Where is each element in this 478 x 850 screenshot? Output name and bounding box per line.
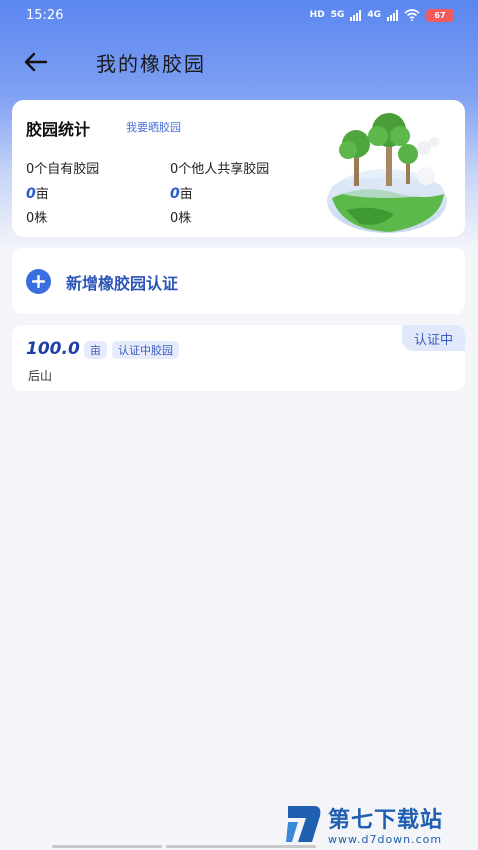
shared-garden-count: 0个他人共享胶园: [170, 162, 270, 177]
garden-area-value: 100.0: [26, 339, 80, 359]
add-garden-certification-button[interactable]: 新增橡胶园认证: [12, 248, 465, 314]
wifi-icon: [404, 9, 420, 21]
own-area-unit: 亩: [35, 187, 49, 202]
signal-5g-icon: [350, 9, 362, 21]
page-title: 我的橡胶园: [96, 52, 206, 76]
status-bar: 15:26 HD 5G 4G 67: [0, 0, 478, 30]
status-time: 15:26: [26, 7, 64, 23]
status-icons: HD 5G 4G 67: [309, 8, 454, 22]
4g-label: 4G: [367, 10, 381, 20]
watermark-title: 第七下载站: [328, 808, 444, 833]
5g-label: 5G: [330, 10, 345, 20]
own-area: 0亩: [26, 183, 49, 202]
stats-card: 胶园统计 我要晒胶园 0个自有胶园 0个他人共享胶园 0亩 0亩 0株 0株: [12, 100, 465, 237]
show-garden-link[interactable]: 我要晒胶园: [126, 119, 181, 135]
watermark: 第七下载站 www.d7down.com: [284, 802, 474, 848]
arrow-left-icon: [24, 52, 48, 72]
shared-area-value: 0: [170, 186, 180, 202]
trees-globe-illustration: [327, 113, 447, 233]
battery-indicator: 67: [426, 8, 454, 22]
stats-title: 胶园统计: [26, 120, 91, 139]
shared-area: 0亩: [170, 183, 193, 202]
status-badge: 认证中: [401, 325, 465, 351]
plus-circle-icon: [26, 269, 51, 294]
garden-name: 后山: [28, 369, 53, 383]
shared-area-unit: 亩: [179, 187, 193, 202]
garden-type-tag: 认证中胶园: [112, 341, 179, 359]
garden-list-item[interactable]: 100.0 亩 认证中胶园 后山 认证中: [12, 325, 465, 391]
area-unit-tag: 亩: [84, 341, 107, 359]
navigation-bar: 我的橡胶园: [0, 36, 478, 86]
add-garden-label: 新增橡胶园认证: [66, 274, 179, 293]
watermark-url: www.d7down.com: [328, 833, 443, 846]
own-area-value: 0: [26, 186, 36, 202]
signal-4g-icon: [387, 9, 398, 21]
back-button[interactable]: [20, 46, 52, 78]
shared-trees: 0株: [170, 211, 192, 226]
hd-label: HD: [309, 10, 325, 20]
own-garden-count: 0个自有胶园: [26, 162, 100, 177]
own-trees: 0株: [26, 211, 48, 226]
watermark-logo-icon: [286, 806, 321, 842]
home-indicator-left: [52, 845, 162, 848]
